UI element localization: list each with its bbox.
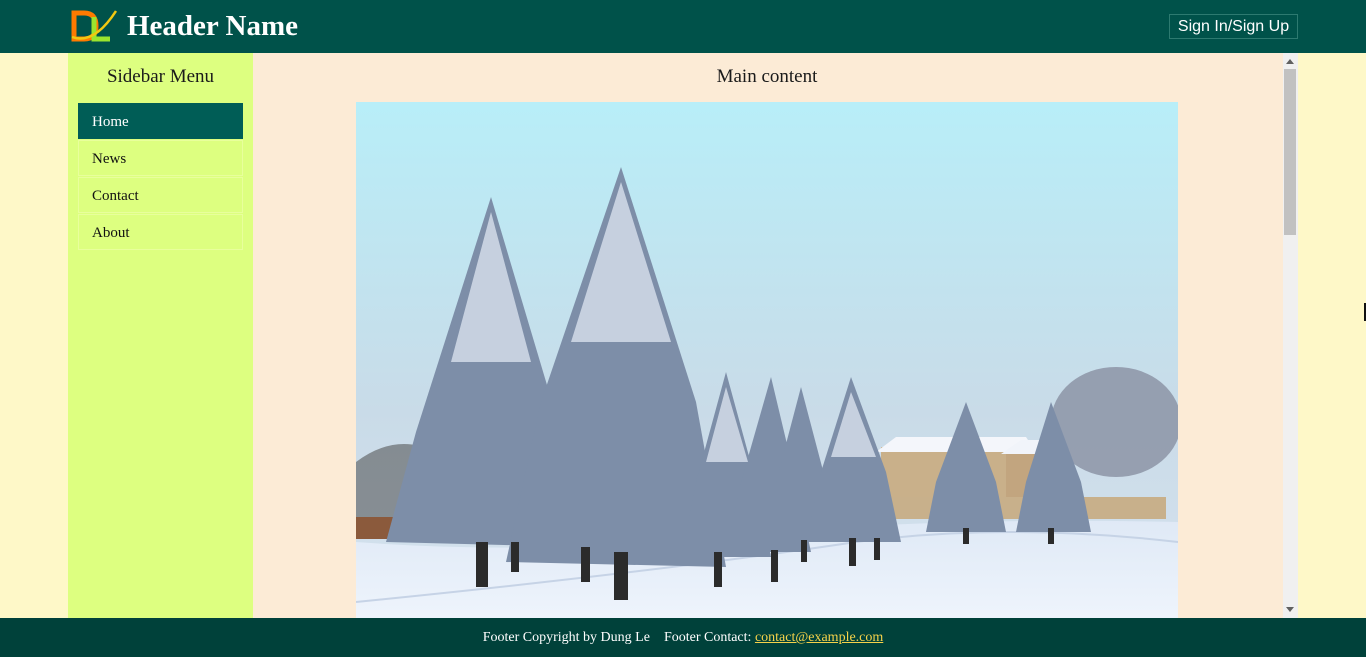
sidebar: Sidebar Menu Home News Contact About [68, 53, 253, 618]
main-content: Main content [253, 53, 1283, 618]
sidebar-item-contact[interactable]: Contact [78, 177, 243, 213]
footer-contact-email-link[interactable]: contact@example.com [755, 630, 883, 645]
scroll-thumb[interactable] [1284, 69, 1296, 235]
scroll-up-icon[interactable] [1286, 59, 1294, 64]
main-title: Main content [716, 66, 818, 87]
site-footer: Footer Copyright by Dung Le Footer Contac… [0, 618, 1366, 657]
winter-trees-photo [356, 102, 1178, 618]
sign-in-button[interactable]: Sign In/Sign Up [1169, 14, 1298, 39]
sidebar-menu: Home News Contact About [78, 103, 243, 251]
vertical-scrollbar[interactable] [1283, 53, 1298, 618]
site-title: Header Name [127, 10, 298, 42]
footer-contact-label: Footer Contact: [663, 630, 752, 645]
sidebar-title: Sidebar Menu [106, 66, 215, 87]
dl-logo[interactable]: DL [70, 7, 120, 45]
sidebar-item-about[interactable]: About [78, 214, 243, 250]
site-header: DL Header Name Sign In/Sign Up [0, 0, 1366, 53]
footer-copyright: Footer Copyright by Dung Le [482, 630, 650, 645]
scroll-down-icon[interactable] [1286, 607, 1294, 612]
sidebar-item-news[interactable]: News [78, 140, 243, 176]
sidebar-item-home[interactable]: Home [78, 103, 243, 139]
